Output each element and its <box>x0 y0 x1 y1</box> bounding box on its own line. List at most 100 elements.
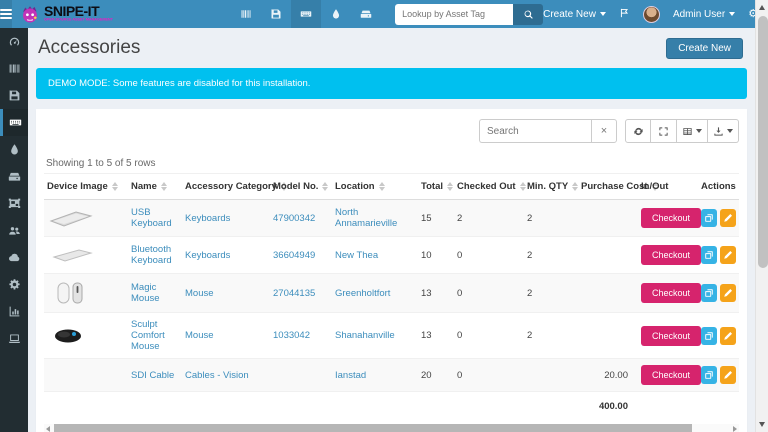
edit-button[interactable] <box>720 209 736 227</box>
purchase-cost-value <box>578 237 638 274</box>
sidebar-assets-barcode-icon[interactable] <box>0 55 28 82</box>
components-icon[interactable] <box>351 0 381 28</box>
create-new-button[interactable]: Create New <box>666 38 743 59</box>
main-content: Accessories Create New DEMO MODE: Some f… <box>28 28 755 432</box>
sidebar-consumables-droplet-icon[interactable] <box>0 136 28 163</box>
usb-keyboard-image[interactable] <box>47 206 95 230</box>
horizontal-scrollbar-thumb[interactable] <box>54 424 692 432</box>
vertical-scrollbar[interactable] <box>755 0 768 432</box>
sidebar-reports-chart-icon[interactable] <box>0 298 28 325</box>
pencil-icon <box>723 250 733 260</box>
col-category[interactable]: Accessory Category <box>182 174 270 200</box>
clone-button[interactable] <box>701 246 717 264</box>
chevron-down-icon <box>600 12 606 16</box>
asset-tag-search-input[interactable] <box>395 4 513 25</box>
page-title: Accessories <box>38 37 140 59</box>
create-new-menu[interactable]: Create New <box>543 9 606 20</box>
col-location[interactable]: Location <box>332 174 418 200</box>
model-no-link[interactable]: 1033042 <box>273 330 310 341</box>
magic-mouse-image[interactable] <box>47 280 95 306</box>
model-no-link[interactable]: 36604949 <box>273 250 315 261</box>
sidebar-licenses-icon[interactable] <box>0 82 28 109</box>
clone-button[interactable] <box>701 366 717 384</box>
clone-icon <box>704 250 714 260</box>
refresh-button[interactable] <box>625 119 651 143</box>
location-link[interactable]: Greenholtfort <box>335 288 390 299</box>
sidebar-toggle-icon[interactable] <box>0 0 12 28</box>
clone-button[interactable] <box>701 327 717 345</box>
clone-button[interactable] <box>701 284 717 302</box>
clone-button[interactable] <box>701 209 717 227</box>
vertical-scrollbar-thumb[interactable] <box>758 16 768 268</box>
fullscreen-button[interactable] <box>651 119 677 143</box>
sculpt-comfort-mouse-image[interactable] <box>47 324 95 348</box>
clone-icon <box>704 331 714 341</box>
location-link[interactable]: New Thea <box>335 250 378 261</box>
table-search-input[interactable] <box>479 119 591 143</box>
asset-tag-search-button[interactable] <box>513 4 543 25</box>
brand-logo[interactable]: SNIPE-IT OPEN SOURCE ASSET MANAGEMENT <box>12 0 165 28</box>
col-min-qty[interactable]: Min. QTY <box>524 174 578 200</box>
model-no-link[interactable]: 47900342 <box>273 213 315 224</box>
checkout-button[interactable]: Checkout <box>641 283 701 303</box>
scroll-left-arrow-icon[interactable] <box>46 426 50 432</box>
sidebar-kits-icon[interactable] <box>0 190 28 217</box>
pencil-icon <box>723 331 733 341</box>
bluetooth-keyboard-image[interactable] <box>47 243 95 267</box>
user-avatar[interactable] <box>643 6 660 23</box>
accessory-name-link[interactable]: USB Keyboard <box>131 207 172 229</box>
category-link[interactable]: Keyboards <box>185 250 230 261</box>
col-total[interactable]: Total <box>418 174 454 200</box>
sidebar-settings-gear-icon[interactable] <box>0 271 28 298</box>
sidebar-accessories-keyboard-icon[interactable] <box>0 109 28 136</box>
accessory-name-link[interactable]: Bluetooth Keyboard <box>131 244 172 266</box>
model-no-link[interactable]: 27044135 <box>273 288 315 299</box>
accessory-name-link[interactable]: Magic Mouse <box>131 282 160 304</box>
edit-button[interactable] <box>720 246 736 264</box>
location-link[interactable]: Ianstad <box>335 370 366 381</box>
accessory-name-link[interactable]: Sculpt Comfort Mouse <box>131 319 165 352</box>
user-menu[interactable]: Admin User <box>673 9 735 20</box>
sort-icon <box>161 182 167 192</box>
col-purchase-cost[interactable]: Purchase Cost <box>578 174 638 200</box>
category-link[interactable]: Mouse <box>185 330 214 341</box>
checkout-button[interactable]: Checkout <box>641 208 701 228</box>
checkout-button[interactable]: Checkout <box>641 245 701 265</box>
assets-barcode-icon[interactable] <box>231 0 261 28</box>
sidebar-components-icon[interactable] <box>0 163 28 190</box>
sidebar-people-icon[interactable] <box>0 217 28 244</box>
location-link[interactable]: Shanahanville <box>335 330 395 341</box>
col-model-no[interactable]: Model No. <box>270 174 332 200</box>
accessory-name-link[interactable]: SDI Cable <box>131 370 174 381</box>
checkout-button[interactable]: Checkout <box>641 365 701 385</box>
sidebar-requestable-laptop-icon[interactable] <box>0 325 28 352</box>
horizontal-scrollbar[interactable] <box>44 424 739 432</box>
edit-button[interactable] <box>720 284 736 302</box>
scroll-down-arrow-icon[interactable] <box>759 422 765 427</box>
purchase-cost-value <box>578 200 638 237</box>
sidebar-cloud-icon[interactable] <box>0 244 28 271</box>
licenses-icon[interactable] <box>261 0 291 28</box>
col-device-image[interactable]: Device Image <box>44 174 128 200</box>
category-link[interactable]: Cables - Vision <box>185 370 249 381</box>
category-link[interactable]: Mouse <box>185 288 214 299</box>
location-link[interactable]: North Annamarieville <box>335 207 397 229</box>
total-value: 13 <box>418 274 454 313</box>
scroll-right-arrow-icon[interactable] <box>733 426 737 432</box>
table-row: Magic Mouse Mouse 27044135 Greenholtfort… <box>44 274 739 313</box>
checkout-button[interactable]: Checkout <box>641 326 701 346</box>
consumables-droplet-icon[interactable] <box>321 0 351 28</box>
edit-button[interactable] <box>720 327 736 345</box>
clear-search-button[interactable]: × <box>591 119 617 143</box>
col-name[interactable]: Name <box>128 174 182 200</box>
category-link[interactable]: Keyboards <box>185 213 230 224</box>
col-actions: Actions <box>698 174 739 200</box>
accessories-keyboard-icon[interactable] <box>291 0 321 28</box>
export-button[interactable] <box>708 119 739 143</box>
sidebar-dashboard-icon[interactable] <box>0 28 28 55</box>
col-checked-out[interactable]: Checked Out <box>454 174 524 200</box>
flag-icon[interactable] <box>619 7 630 22</box>
columns-button[interactable] <box>677 119 708 143</box>
edit-button[interactable] <box>720 366 736 384</box>
scroll-up-arrow-icon[interactable] <box>759 5 765 10</box>
